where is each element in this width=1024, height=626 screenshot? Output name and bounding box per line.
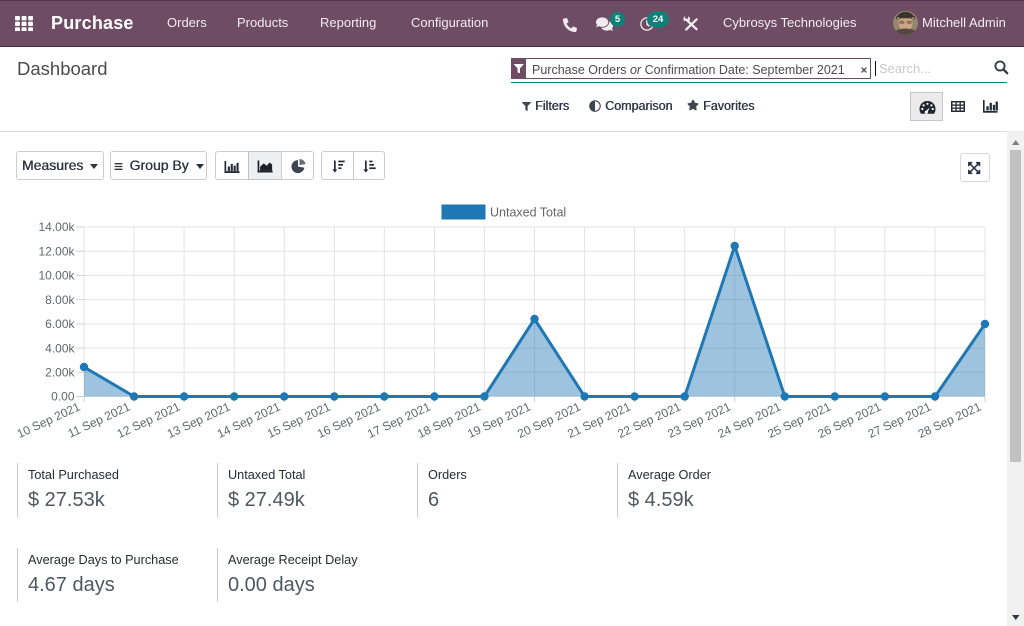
- svg-text:8.00k: 8.00k: [45, 293, 75, 307]
- svg-text:6.00k: 6.00k: [45, 317, 75, 331]
- svg-text:14.00k: 14.00k: [38, 220, 75, 234]
- svg-text:Untaxed Total: Untaxed Total: [490, 206, 566, 220]
- svg-text:4.00k: 4.00k: [45, 341, 75, 355]
- svg-text:12.00k: 12.00k: [38, 244, 75, 258]
- svg-text:2.00k: 2.00k: [45, 366, 75, 380]
- svg-text:10.00k: 10.00k: [38, 269, 75, 283]
